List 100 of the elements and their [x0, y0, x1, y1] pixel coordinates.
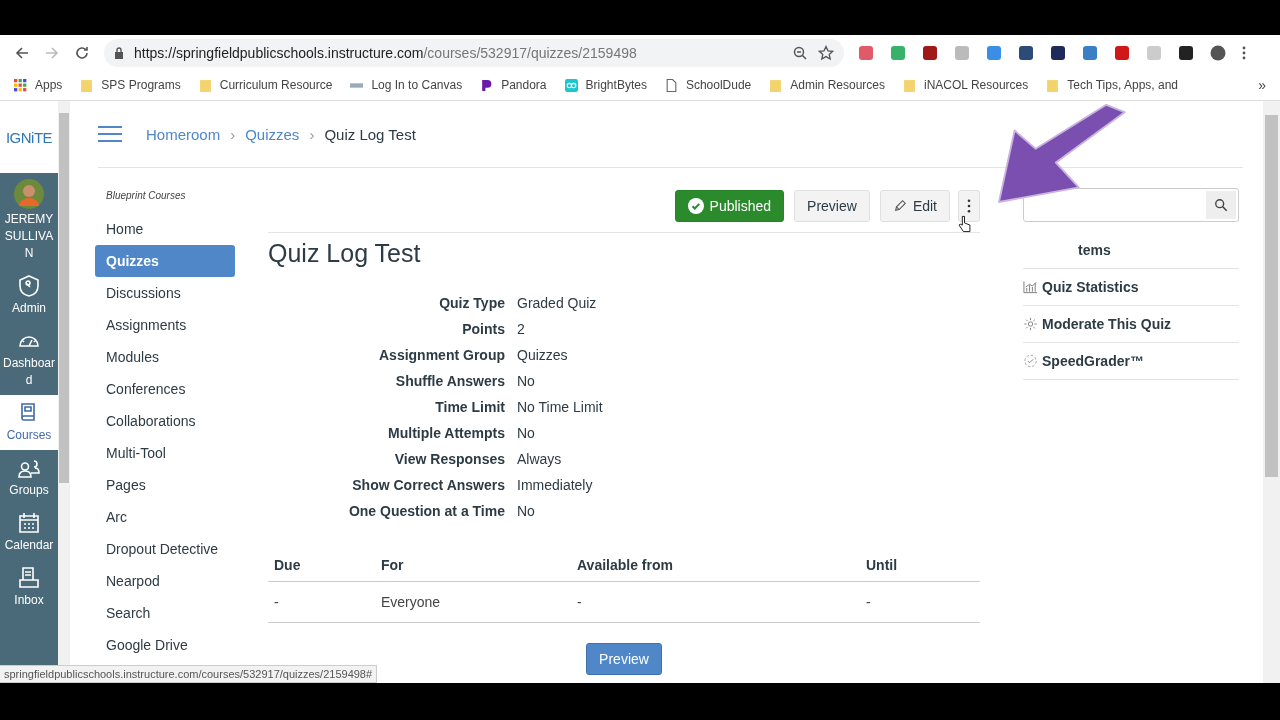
bookmark[interactable]: iNACOL Resources [903, 78, 1029, 92]
course-nav-item[interactable]: Home [95, 213, 235, 245]
course-nav-item[interactable]: Google Drive [95, 629, 235, 661]
pencil-icon [892, 199, 907, 213]
detail-value: Graded Quiz [517, 294, 598, 313]
course-nav-item[interactable]: Pages [95, 469, 235, 501]
bookmark[interactable]: Apps [14, 78, 63, 92]
sidebar-link[interactable]: Moderate This Quiz [1023, 306, 1239, 343]
course-nav-item[interactable]: Modules [95, 341, 235, 373]
detail-value: No [517, 424, 536, 443]
address-bar[interactable]: https://springfieldpublicschools.instructure.com/courses/532917/quizzes/2159498 [104, 38, 844, 67]
search-field[interactable] [1023, 188, 1239, 222]
pointer-cursor-icon [958, 215, 971, 233]
dots-icon [967, 199, 971, 213]
page-icon [664, 78, 678, 92]
detail-value: No Time Limit [517, 398, 604, 417]
bookmark[interactable]: SPS Programs [80, 78, 181, 92]
column-header: Until [860, 547, 980, 582]
column-header: Available from [571, 547, 860, 582]
table-cell: - [571, 581, 860, 623]
breadcrumb-separator: › [309, 125, 315, 143]
bookmark[interactable]: Curriculum Resource [198, 78, 333, 92]
sidebar-link[interactable]: SpeedGrader™ [1023, 343, 1239, 380]
edit-button[interactable]: Edit [879, 190, 950, 222]
folder-icon [80, 78, 94, 92]
course-nav-item[interactable]: Multi-Tool [95, 437, 235, 469]
detail-value: Quizzes [517, 346, 569, 365]
nav-item[interactable]: Courses [0, 395, 58, 450]
nav-item[interactable]: Dashboard [0, 323, 58, 395]
published-button[interactable]: Published [674, 190, 785, 222]
bookmark[interactable]: BrightBytes [564, 78, 647, 92]
course-nav-item[interactable]: Dropout Detective [95, 533, 235, 565]
detail-value: No [517, 502, 536, 521]
course-nav-item[interactable]: Quizzes [95, 245, 235, 277]
check-circle-icon [1023, 354, 1038, 368]
inbox-icon [17, 566, 41, 590]
reload-icon[interactable] [74, 44, 90, 61]
detail-label: View Responses [393, 450, 505, 469]
folder-icon [903, 78, 916, 92]
extension-icon[interactable] [1178, 44, 1194, 61]
detail-label: Assignment Group [378, 346, 505, 365]
check-icon [687, 198, 704, 214]
nav-item[interactable]: Calendar [0, 505, 58, 560]
site-icon [480, 78, 494, 92]
extension-icon[interactable] [1050, 44, 1066, 61]
bookmark[interactable]: Pandora [480, 78, 547, 92]
detail-value: 2 [517, 320, 526, 339]
course-nav-item[interactable]: Arc [95, 501, 235, 533]
scrollbar[interactable] [1263, 101, 1280, 683]
bookmark[interactable]: SchoolDude [664, 78, 752, 92]
extension-icon[interactable] [922, 44, 938, 61]
logo[interactable]: IGNiTE [0, 101, 58, 173]
site-icon [564, 78, 578, 92]
nav-item[interactable]: Admin [0, 268, 58, 323]
column-header: For [375, 547, 571, 582]
nav-item[interactable]: Groups [0, 450, 58, 505]
extension-icon[interactable] [1018, 44, 1034, 61]
breadcrumb-link[interactable]: Quizzes [245, 125, 300, 143]
bookmark[interactable]: Tech Tips, Apps, and [1046, 78, 1178, 92]
apps-grid-icon [14, 78, 27, 92]
status-url-tooltip: springfieldpublicschools.instructure.com/courses/532917/quizzes/2159498# [0, 665, 378, 683]
detail-label: Points [461, 320, 505, 339]
table-cell: - [860, 581, 980, 623]
quiz-title: Quiz Log Test [268, 239, 422, 268]
menu-icon[interactable] [1242, 44, 1246, 61]
bookmark[interactable]: Admin Resources [769, 78, 885, 92]
bookmark[interactable]: Log In to Canvas [350, 78, 463, 92]
table-cell: Everyone [375, 581, 571, 623]
course-nav-item[interactable]: Nearpod [95, 565, 235, 597]
folder-icon [1046, 78, 1060, 92]
admin-icon [17, 274, 41, 298]
table-cell: - [268, 581, 375, 623]
more-options-button[interactable] [958, 190, 980, 222]
detail-label: Multiple Attempts [387, 424, 505, 443]
user-name[interactable]: JEREMY SULLIVAN [1, 211, 57, 262]
breadcrumb-link[interactable]: Homeroom [146, 125, 221, 143]
gear-icon [1023, 317, 1038, 331]
calendar-icon [17, 511, 41, 535]
preview-button[interactable]: Preview [794, 190, 870, 222]
more-bookmarks-button[interactable]: » [1258, 77, 1266, 93]
sidebar-link[interactable]: Quiz Statistics [1023, 269, 1239, 306]
section-heading: Blueprint Courses [105, 190, 187, 201]
course-nav-item[interactable]: Discussions [95, 277, 235, 309]
course-nav-item[interactable]: Collaborations [95, 405, 235, 437]
detail-label: Shuffle Answers [394, 372, 505, 391]
profile-icon[interactable] [1210, 44, 1226, 61]
detail-value: No [517, 372, 536, 391]
course-nav-item[interactable]: Search [95, 597, 235, 629]
menu-icon[interactable] [98, 125, 122, 143]
search-button[interactable] [1206, 191, 1236, 219]
chart-icon [1023, 280, 1038, 294]
folder-icon [198, 78, 212, 92]
course-nav-item[interactable]: Assignments [95, 309, 235, 341]
sidebar-link[interactable]: tems [1023, 232, 1239, 269]
detail-label: One Question at a Time [347, 502, 505, 521]
nav-item[interactable]: Inbox [0, 560, 58, 615]
detail-value: Immediately [517, 476, 594, 495]
preview-button[interactable]: Preview [586, 643, 662, 675]
back-icon[interactable] [14, 44, 30, 61]
course-nav-item[interactable]: Conferences [95, 373, 235, 405]
